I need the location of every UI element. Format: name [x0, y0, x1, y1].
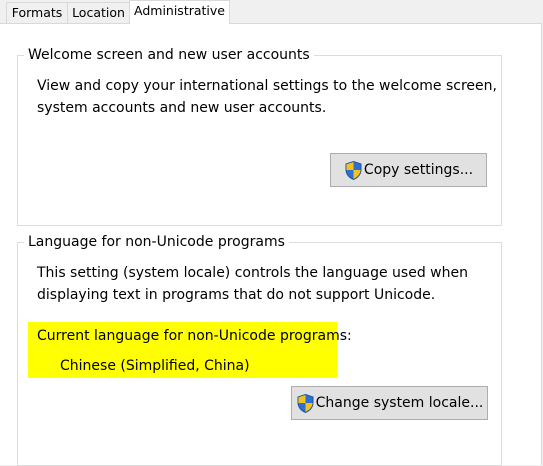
non-unicode-group-title: Language for non-Unicode programs: [24, 232, 289, 252]
welcome-screen-group-title: Welcome screen and new user accounts: [24, 45, 314, 65]
tab-administrative[interactable]: Administrative: [129, 0, 230, 24]
change-system-locale-label: Change system locale...: [315, 395, 484, 411]
change-system-locale-button[interactable]: Change system locale...: [291, 386, 488, 420]
tab-content-administrative: Welcome screen and new user accounts Vie…: [0, 23, 542, 466]
tab-location[interactable]: Location: [67, 2, 130, 23]
tab-strip: Formats Location Administrative: [0, 0, 543, 24]
non-unicode-description-line-1: This setting (system locale) controls th…: [37, 265, 468, 281]
current-language-label: Current language for non-Unicode program…: [37, 328, 352, 344]
tab-formats[interactable]: Formats: [6, 2, 68, 23]
non-unicode-description: This setting (system locale) controls th…: [37, 262, 468, 306]
uac-shield-icon: [344, 160, 363, 181]
tab-formats-label: Formats: [11, 5, 63, 20]
welcome-screen-description-line-2: system accounts and new user accounts.: [37, 100, 327, 116]
welcome-screen-group: Welcome screen and new user accounts Vie…: [17, 45, 502, 226]
welcome-screen-description: View and copy your international setting…: [37, 75, 497, 119]
welcome-screen-description-line-1: View and copy your international setting…: [37, 78, 497, 94]
tab-location-label: Location: [72, 5, 125, 20]
non-unicode-group: Language for non-Unicode programs This s…: [17, 232, 502, 466]
non-unicode-description-line-2: displaying text in programs that do not …: [37, 287, 436, 303]
uac-shield-icon: [296, 393, 315, 414]
current-language-value: Chinese (Simplified, China): [60, 358, 250, 374]
copy-settings-label: Copy settings...: [363, 162, 474, 178]
tab-administrative-label: Administrative: [134, 3, 225, 18]
copy-settings-button[interactable]: Copy settings...: [330, 153, 487, 187]
current-language-highlight: Current language for non-Unicode program…: [28, 322, 352, 378]
